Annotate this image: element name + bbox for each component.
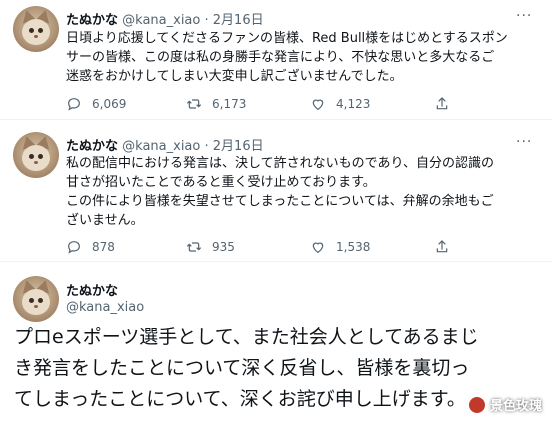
tweet-text: プロeスポーツ選手として、また社会人としてあるまじ き発言をしたことについて深く… [14,322,479,415]
like-icon [312,99,324,111]
like-button[interactable]: 1,538 [310,239,370,255]
avatar[interactable] [13,6,59,52]
handle[interactable]: @kana_xiao [122,139,200,154]
like-icon [312,242,324,254]
tweet-1[interactable]: たぬかな @kana_xiao · 2月16日 ··· 日頃より応援してくださる… [0,0,552,118]
reply-icon [68,241,80,254]
tweet-actions: 6,069 6,173 4,123 [66,96,536,114]
retweet-count: 6,173 [212,97,247,111]
tweet-text: 私の配信中における発言は、決して許されないものであり、自分の認識の 甘さが招いた… [66,154,494,230]
display-name[interactable]: たぬかな [66,280,118,299]
reply-icon [68,98,80,111]
avatar[interactable] [13,276,59,322]
watermark-text: 景色玫瑰 [489,399,542,414]
tweet-line: サーの皆様、この度は私の身勝手な発言により、不快な思いと多大なるご [66,50,495,65]
tweet-actions: 878 935 1,538 [66,239,536,257]
separator: · [204,13,209,28]
retweet-icon [186,99,202,109]
share-icon [436,240,448,253]
handle[interactable]: @kana_xiao [66,300,144,315]
share-button[interactable] [434,96,460,112]
reply-button[interactable]: 878 [66,239,115,255]
reply-count: 878 [92,240,115,254]
tweet-line: 甘さが招いたことであると重く受け止めております。 [66,175,376,190]
tweet-date[interactable]: 2月16日 [213,139,264,154]
retweet-icon [186,242,202,252]
display-name[interactable]: たぬかな [66,13,118,28]
retweet-count: 935 [212,240,235,254]
reply-count: 6,069 [92,97,127,111]
separator: · [204,139,209,154]
tweet-line: 私の配信中における発言は、決して許されないものであり、自分の認識の [66,156,494,171]
watermark-logo-icon [467,395,486,414]
share-icon [436,97,448,110]
share-button[interactable] [434,239,460,255]
tweet-line: てしまったことについて、深くお詫び申し上げます。 [14,388,466,410]
tweet-header: たぬかな @kana_xiao · 2月16日 [66,9,264,28]
like-button[interactable]: 4,123 [310,96,370,112]
retweet-button[interactable]: 6,173 [186,96,246,112]
reply-button[interactable]: 6,069 [66,96,126,112]
tweet-line: き発言をしたことについて深く反省し、皆様を裏切っ [14,357,470,379]
more-icon[interactable]: ··· [516,8,532,24]
like-count: 4,123 [336,97,371,111]
more-icon[interactable]: ··· [516,134,532,150]
avatar[interactable] [13,132,59,178]
display-name[interactable]: たぬかな [66,139,118,154]
tweet-text: 日頃より応援してくださるファンの皆様、Red Bull様をはじめとするスポン サ… [66,29,508,86]
watermark: 景色玫瑰 [467,395,542,414]
tweet-line: 迷惑をおかけしてしまい大変申し訳ございませんでした。 [66,69,403,84]
tweet-2[interactable]: たぬかな @kana_xiao · 2月16日 ··· 私の配信中における発言は… [0,120,552,260]
retweet-button[interactable]: 935 [186,239,235,255]
tweet-line: 日頃より応援してくださるファンの皆様、Red Bull様をはじめとするスポン [66,31,508,46]
tweet-line: この件により皆様を失望させてしまったことについては、弁解の余地もご [66,194,494,209]
like-count: 1,538 [336,240,371,254]
tweet-line: プロeスポーツ選手として、また社会人としてあるまじ [14,326,479,348]
tweet-line: ざいません。 [66,213,144,228]
tweet-header: たぬかな @kana_xiao · 2月16日 [66,135,264,154]
tweet-date[interactable]: 2月16日 [213,13,264,28]
handle[interactable]: @kana_xiao [122,13,200,28]
